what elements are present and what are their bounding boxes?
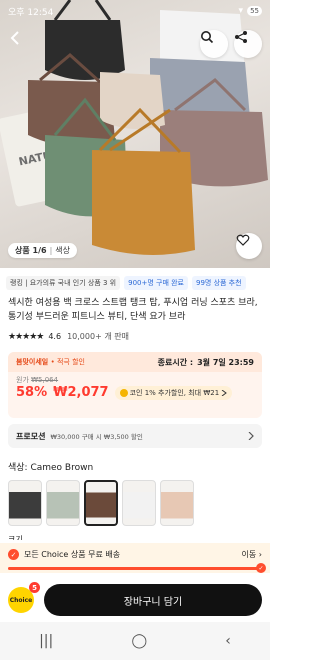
share-button[interactable] [234, 30, 262, 58]
shipping-progress-bar: ✓ [8, 563, 266, 573]
badge-row: 랭킹 | 요가의류 국내 인기 상품 3 위 900+명 구매 완료 99명 상… [6, 276, 270, 290]
back-button[interactable] [8, 30, 36, 58]
back-icon[interactable]: ‹ [225, 633, 231, 649]
rating-value: 4.6 [48, 332, 62, 341]
sale-tag: 봄맞이세일 • 적극 할인 [16, 358, 85, 366]
add-to-cart-button[interactable]: 장바구니 담기 [44, 584, 262, 616]
color-swatch[interactable] [122, 480, 156, 526]
home-icon[interactable]: ◯ [131, 633, 147, 649]
battery-indicator: 55 [247, 6, 262, 16]
promotion-row[interactable]: 프로모션 ₩30,000 구매 시 ₩3,500 할인 [8, 424, 262, 448]
color-swatch[interactable] [8, 480, 42, 526]
choice-cart-button[interactable]: Choice 5 [8, 582, 40, 613]
color-swatch[interactable] [160, 480, 194, 526]
gallery-counter-text: 상품 1/6 [15, 246, 47, 255]
check-icon: ✓ [8, 549, 19, 560]
sold-count: 10,000+ 개 판매 [67, 332, 129, 341]
choice-free-shipping-bar[interactable]: ✓ 모든 Choice 상품 무료 배송 이동 › ✓ [0, 543, 270, 573]
product-photo: NATUR [0, 0, 268, 255]
choice-move-link[interactable]: 이동 › [242, 549, 262, 560]
status-bar: 오후 12:54 ▾ 55 [8, 4, 262, 18]
ranking-badge[interactable]: 랭킹 | 요가의류 국내 인기 상품 3 위 [6, 276, 121, 290]
chevron-right-icon [248, 432, 254, 440]
wifi-icon: ▾ [238, 6, 244, 16]
status-time: 오후 12:54 [8, 7, 54, 18]
star-rating-icon: ★★★★★ [8, 331, 44, 342]
price-box: 봄맞이세일 • 적극 할인 종료시간 :3월 7일 23:59 원가 ₩5,06… [8, 352, 262, 418]
choice-logo: Choice [9, 596, 33, 604]
price-row: 58% ₩2,077 코인 1% 추가할인, 최대 ₩21 [8, 385, 262, 400]
heart-icon [236, 234, 250, 246]
search-button[interactable] [200, 30, 228, 58]
purchase-count-badge: 900+명 구매 완료 [124, 276, 188, 290]
size-label: 크기 [8, 535, 23, 540]
product-image-gallery[interactable]: NATUR 오후 12:54 ▾ 55 상품 1/6 | 색상 [0, 0, 270, 268]
original-price: 원가 ₩5,064 [16, 376, 59, 384]
sale-end-time: 종료시간 :3월 7일 23:59 [157, 357, 254, 367]
product-title: 섹시한 여성용 백 크로스 스트랩 탱크 탑, 푸시업 러닝 스포츠 브라, 통… [8, 298, 258, 322]
rating-row[interactable]: ★★★★★ 4.6 10,000+ 개 판매 [8, 331, 129, 342]
discount-percent: 58% [16, 385, 48, 400]
coin-icon [119, 388, 128, 397]
choice-shipping-text: 모든 Choice 상품 무료 배송 [24, 550, 121, 559]
color-swatch[interactable] [46, 480, 80, 526]
chevron-left-icon [10, 31, 19, 45]
bottom-action-bar: Choice 5 장바구니 담기 [0, 580, 270, 620]
sale-header: 봄맞이세일 • 적극 할인 종료시간 :3월 7일 23:59 [8, 352, 262, 372]
status-icons: ▾ 55 [239, 6, 262, 16]
coin-discount-badge[interactable]: 코인 1% 추가할인, 최대 ₩21 [114, 385, 233, 400]
cart-count-badge: 5 [29, 582, 40, 593]
search-icon [201, 31, 214, 44]
product-page: NATUR 오후 12:54 ▾ 55 상품 1/6 | 색상 랭킹 | 요가의… [0, 0, 270, 660]
gallery-counter[interactable]: 상품 1/6 | 색상 [8, 243, 77, 258]
wishlist-button[interactable] [236, 233, 262, 259]
sale-price: ₩2,077 [53, 385, 109, 400]
check-circle-icon: ✓ [256, 563, 266, 573]
color-swatch[interactable] [84, 480, 118, 526]
recent-apps-icon[interactable]: ||| [39, 633, 53, 649]
color-swatches [8, 480, 194, 526]
chevron-right-icon [221, 389, 228, 396]
recommend-count-badge: 99명 상품 추천 [192, 276, 246, 290]
promotion-text: ₩30,000 구매 시 ₩3,500 할인 [50, 433, 143, 441]
share-icon [235, 31, 247, 43]
promotion-label: 프로모션 [16, 431, 46, 441]
system-nav-bar: ||| ◯ ‹ [0, 622, 270, 660]
color-label: 색상: Cameo Brown [8, 463, 94, 473]
gallery-variant-text: 색상 [55, 246, 70, 255]
shipping-progress-fill [8, 567, 262, 570]
